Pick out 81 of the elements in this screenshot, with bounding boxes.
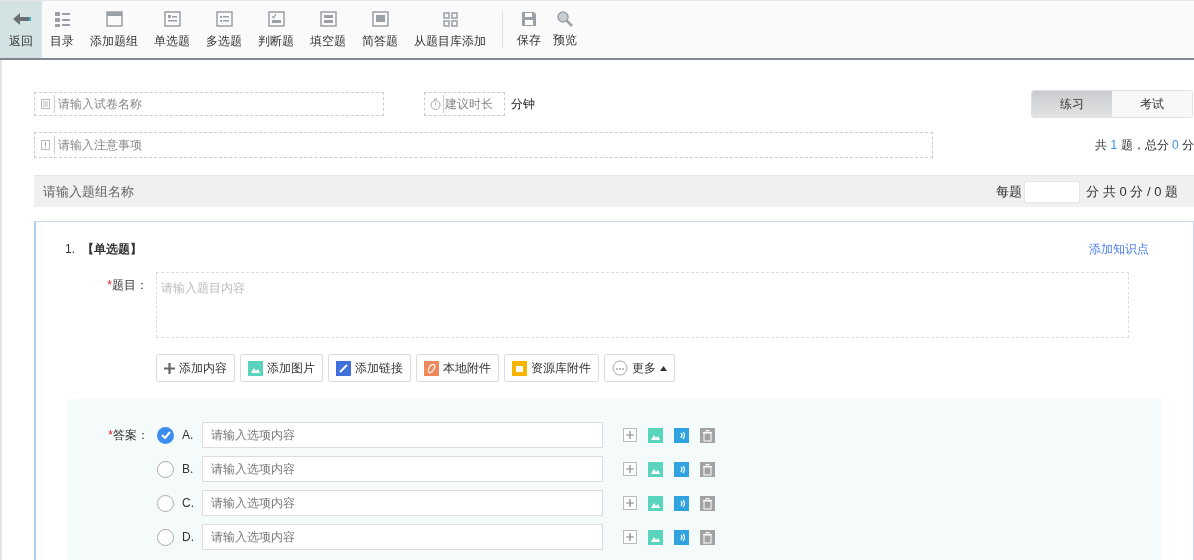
text-block-icon xyxy=(370,9,390,29)
multi-choice-icon xyxy=(214,9,234,29)
trash-icon[interactable] xyxy=(700,495,715,511)
audio-icon[interactable] xyxy=(674,461,689,477)
editor-tool-button[interactable]: 添加图片 xyxy=(240,354,323,382)
paper-name-field[interactable]: 请输入试卷名称 xyxy=(34,92,384,116)
option-field[interactable]: 请输入选项内容 xyxy=(202,524,603,550)
group-name-field[interactable]: 请输入题组名称 xyxy=(43,181,134,202)
folder-icon xyxy=(512,360,527,376)
add-square-icon[interactable] xyxy=(623,530,637,544)
add-square-icon[interactable] xyxy=(623,462,637,476)
group-totals: 分 共 0 分 / 0 题 xyxy=(1086,182,1178,201)
per-question-score-field[interactable] xyxy=(1024,180,1081,203)
toolbar-button[interactable]: 从题目库添加 xyxy=(406,1,494,58)
paperclip-icon xyxy=(424,360,439,376)
option-letter: A. xyxy=(182,427,195,444)
question-number: 1. xyxy=(65,241,75,258)
editor-tool-button[interactable]: 本地附件 xyxy=(416,354,499,382)
toolbar-button[interactable]: 填空题 xyxy=(302,1,354,58)
toolbar-button[interactable]: 添加题组 xyxy=(82,1,146,58)
exclamation-icon xyxy=(41,140,50,150)
trash-icon[interactable] xyxy=(700,427,715,443)
image-icon[interactable] xyxy=(648,495,663,511)
toolbar-button[interactable]: 多选题 xyxy=(198,1,250,58)
question-type: 【单选题】 xyxy=(82,241,142,258)
option-field[interactable]: 请输入选项内容 xyxy=(202,456,603,482)
stopwatch-icon xyxy=(430,98,441,110)
checklist-icon xyxy=(266,9,286,29)
audio-icon[interactable] xyxy=(674,495,689,511)
image-icon[interactable] xyxy=(648,427,663,443)
toolbar-button[interactable]: 单选题 xyxy=(146,1,198,58)
option-letter: C. xyxy=(182,495,195,512)
link-icon xyxy=(336,360,351,376)
answer-label: *答案： xyxy=(108,427,149,444)
magnifier-icon xyxy=(556,10,574,28)
option-field[interactable]: 请输入选项内容 xyxy=(202,422,603,448)
option-radio[interactable] xyxy=(157,460,174,478)
duration-unit: 分钟 xyxy=(511,96,535,113)
trash-icon[interactable] xyxy=(700,461,715,477)
toolbar-button[interactable]: 简答题 xyxy=(354,1,406,58)
add-square-icon[interactable] xyxy=(623,496,637,510)
image-icon[interactable] xyxy=(648,529,663,545)
toolbar-button[interactable]: 保存 xyxy=(511,1,547,58)
image-icon[interactable] xyxy=(648,461,663,477)
toolbar-button[interactable]: 判断题 xyxy=(250,1,302,58)
option-field[interactable]: 请输入选项内容 xyxy=(202,490,603,516)
editor-tool-button[interactable]: 添加内容 xyxy=(156,354,235,382)
plus-icon xyxy=(164,362,175,374)
option-letter: D. xyxy=(182,529,195,546)
audio-icon[interactable] xyxy=(674,529,689,545)
mode-tab[interactable]: 练习 xyxy=(1032,91,1112,117)
editor-tool-button[interactable]: 更多 xyxy=(604,354,675,382)
toolbar-button[interactable]: 预览 xyxy=(547,1,583,58)
option-radio[interactable] xyxy=(157,528,174,546)
toolbar-button[interactable]: 返回 xyxy=(0,1,42,58)
editor-tool-button[interactable]: 添加链接 xyxy=(328,354,411,382)
duration-field[interactable]: 建议时长 xyxy=(424,92,505,116)
add-knowledge-link[interactable]: 添加知识点 xyxy=(1089,240,1149,258)
mode-tab[interactable]: 考试 xyxy=(1112,91,1192,117)
caret-up-icon xyxy=(660,365,667,371)
notes-field[interactable]: 请输入注意事项 xyxy=(34,132,933,158)
option-radio[interactable] xyxy=(157,494,174,512)
grid-icon xyxy=(440,9,460,29)
option-radio[interactable] xyxy=(157,426,174,444)
document-icon xyxy=(41,99,50,109)
trash-icon[interactable] xyxy=(700,529,715,545)
fill-blank-icon xyxy=(318,9,338,29)
audio-icon[interactable] xyxy=(674,427,689,443)
per-question-label: 每题 xyxy=(996,182,1023,201)
stem-label: *题目： xyxy=(106,277,149,294)
add-square-icon[interactable] xyxy=(623,428,637,442)
panel-icon xyxy=(104,9,124,29)
ellipsis-circle-icon xyxy=(612,360,628,376)
toolbar-button[interactable]: 目录 xyxy=(42,1,82,58)
editor-tool-button[interactable]: 资源库附件 xyxy=(504,354,599,382)
list-icon xyxy=(52,9,72,29)
check-icon xyxy=(160,431,171,439)
option-letter: B. xyxy=(182,461,195,478)
score-summary: 共 1 题，总分 0 分 xyxy=(1095,137,1194,154)
single-choice-icon xyxy=(162,9,182,29)
image-icon xyxy=(248,360,263,376)
